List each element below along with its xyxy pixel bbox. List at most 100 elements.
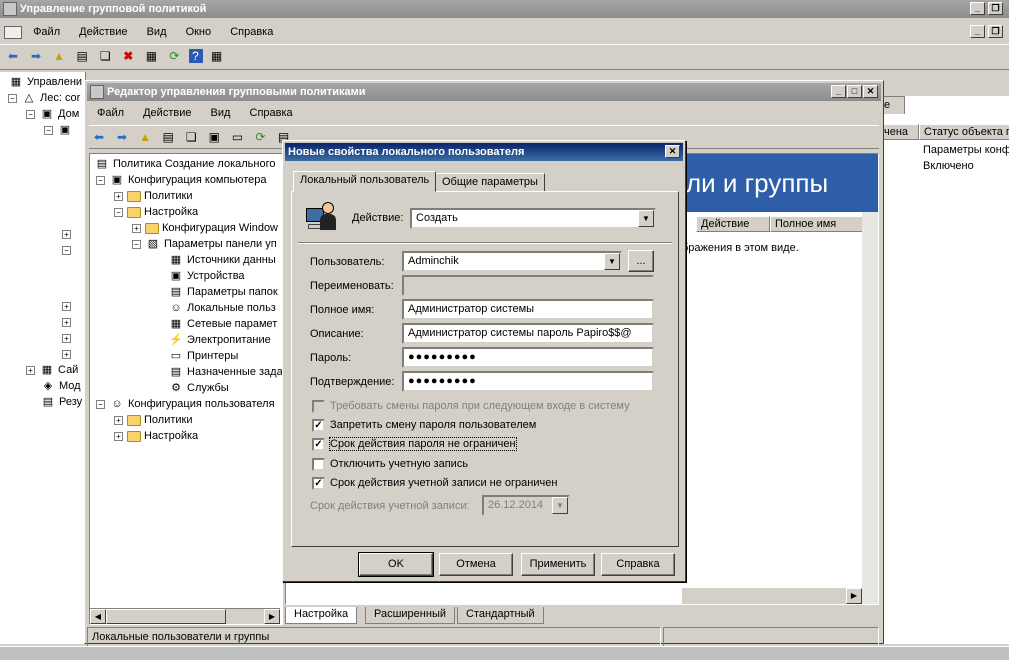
chevron-down-icon[interactable]: ▼ xyxy=(638,210,654,227)
editor-paste-icon[interactable]: ▣ xyxy=(205,128,223,146)
col-fullname[interactable]: Полное имя xyxy=(770,216,876,232)
account-never-expires-checkbox[interactable]: ✓ xyxy=(312,477,325,490)
tree-node-f[interactable]: + xyxy=(62,346,75,362)
editor-forward-icon[interactable]: ➡ xyxy=(113,128,131,146)
expand-icon[interactable]: + xyxy=(132,223,141,233)
collapse-icon[interactable]: − xyxy=(114,207,123,217)
tree-folder-options[interactable]: ▤ Параметры папок xyxy=(168,284,278,300)
tree-settings[interactable]: − Настройка xyxy=(114,204,198,220)
collapse-icon[interactable]: − xyxy=(8,93,17,103)
help-button[interactable]: Справка xyxy=(601,553,675,576)
menu-help[interactable]: Справка xyxy=(222,22,281,42)
tree-data-sources[interactable]: ▦ Источники данны xyxy=(168,252,276,268)
user-combobox[interactable]: Adminchik ▼ xyxy=(402,251,622,272)
disable-account-checkbox[interactable] xyxy=(312,458,325,471)
confirm-field[interactable]: ●●●●●●●●● xyxy=(402,371,654,392)
outer-restore-button[interactable]: ❐ xyxy=(988,2,1003,15)
tree-local-users[interactable]: ☺ Локальные польз xyxy=(168,300,275,316)
child-minimize-button[interactable]: _ xyxy=(970,25,985,38)
show-tree-icon[interactable]: ▤ xyxy=(73,47,91,65)
ok-button[interactable]: OK xyxy=(358,552,434,577)
rename-field[interactable] xyxy=(402,275,654,296)
expand-icon[interactable]: + xyxy=(62,333,71,343)
cancel-button[interactable]: Отмена xyxy=(439,553,513,576)
tab-standard-bottom[interactable]: Стандартный xyxy=(457,607,544,624)
tree-forest[interactable]: − △ Лес: cor xyxy=(8,90,80,106)
expand-icon[interactable]: + xyxy=(62,301,71,311)
tree-policy-root[interactable]: ▤ Политика Создание локального xyxy=(94,156,276,172)
tree-services[interactable]: ⚙ Службы xyxy=(168,380,229,396)
description-field[interactable]: Администратор системы пароль Papiro$$@ xyxy=(402,323,654,344)
tree-node-c[interactable]: + xyxy=(62,298,75,314)
tree-scheduled[interactable]: ▤ Назначенные зада xyxy=(168,364,283,380)
tree-user-settings[interactable]: + Настройка xyxy=(114,428,198,444)
editor-menu-action[interactable]: Действие xyxy=(135,103,199,123)
tree-results[interactable]: ▤ Резу xyxy=(40,394,82,410)
hscroll-right-icon[interactable]: ▶ xyxy=(846,588,862,604)
col-action[interactable]: Действие xyxy=(696,216,770,232)
menu-action[interactable]: Действие xyxy=(71,22,135,42)
tree-policies[interactable]: + Политики xyxy=(114,188,193,204)
expand-icon[interactable]: + xyxy=(26,365,35,375)
chevron-down-icon[interactable]: ▼ xyxy=(552,497,568,514)
help-icon[interactable]: ? xyxy=(188,49,203,63)
editor-menu-view[interactable]: Вид xyxy=(203,103,239,123)
password-never-expires-checkbox[interactable]: ✓ xyxy=(312,438,325,451)
scroll-right-icon[interactable]: ▶ xyxy=(264,609,280,624)
col-fragment[interactable]: чена xyxy=(879,124,919,140)
tree-node-e[interactable]: + xyxy=(62,330,75,346)
collapse-icon[interactable]: − xyxy=(96,399,105,409)
collapse-icon[interactable]: − xyxy=(132,239,141,249)
menu-window[interactable]: Окно xyxy=(178,22,220,42)
editor-menu-help[interactable]: Справка xyxy=(242,103,301,123)
editor-close-button[interactable]: ✕ xyxy=(863,85,878,98)
editor-copy-icon[interactable]: ❏ xyxy=(182,128,200,146)
menu-view[interactable]: Вид xyxy=(139,22,175,42)
expand-icon[interactable]: + xyxy=(62,229,71,239)
tree-domains[interactable]: − ▣ Дом xyxy=(26,106,79,122)
collapse-icon[interactable]: − xyxy=(44,125,53,135)
forward-icon[interactable]: ➡ xyxy=(27,47,45,65)
tree-gpm[interactable]: ▦ Управлени xyxy=(8,74,82,90)
editor-refresh-icon[interactable]: ⟳ xyxy=(251,128,269,146)
tree-computer-config[interactable]: − ▣ Конфигурация компьютера xyxy=(96,172,266,188)
tree-control-panel[interactable]: − ▧ Параметры панели уп xyxy=(132,236,277,252)
require-change-checkbox[interactable] xyxy=(312,400,325,413)
outer-minimize-button[interactable]: _ xyxy=(970,2,985,15)
expand-icon[interactable]: + xyxy=(62,317,71,327)
deny-change-checkbox[interactable]: ✓ xyxy=(312,419,325,432)
right-hscrollbar[interactable]: ▶ xyxy=(682,588,862,604)
right-vscrollbar[interactable] xyxy=(862,212,878,604)
editor-up-icon[interactable]: ▲ xyxy=(136,128,154,146)
apply-button[interactable]: Применить xyxy=(521,553,595,576)
tab-settings-bottom[interactable]: Настройка xyxy=(285,607,358,624)
expand-icon[interactable]: + xyxy=(114,191,123,201)
properties-icon[interactable]: ▦ xyxy=(142,47,160,65)
scroll-left-icon[interactable]: ◀ xyxy=(90,609,106,624)
editor-print-icon[interactable]: ▭ xyxy=(228,128,246,146)
refresh-icon[interactable]: ⟳ xyxy=(165,47,183,65)
col-status[interactable]: Статус объекта г xyxy=(919,124,1009,140)
scroll-thumb[interactable] xyxy=(106,609,226,624)
tree-hscrollbar[interactable]: ◀ ▶ xyxy=(90,608,280,624)
chevron-down-icon[interactable]: ▼ xyxy=(604,253,620,270)
tree-modeling[interactable]: ◈ Мод xyxy=(40,378,81,394)
tree-devices[interactable]: ▣ Устройства xyxy=(168,268,245,284)
tree-node-a[interactable]: + xyxy=(62,226,75,242)
child-restore-button[interactable]: ❐ xyxy=(988,25,1003,38)
expand-icon[interactable]: + xyxy=(114,431,123,441)
editor-maximize-button[interactable]: □ xyxy=(847,85,862,98)
tree-user-policies[interactable]: + Политики xyxy=(114,412,193,428)
expiry-date-picker[interactable]: 26.12.2014 ▼ xyxy=(482,495,570,516)
copy-icon[interactable]: ❏ xyxy=(96,47,114,65)
editor-menu-file[interactable]: Файл xyxy=(89,103,132,123)
collapse-icon[interactable]: − xyxy=(26,109,35,119)
delete-icon[interactable]: ✖ xyxy=(119,47,137,65)
tree-user-config[interactable]: − ☺ Конфигурация пользователя xyxy=(96,396,275,412)
tree-domain[interactable]: − ▣ xyxy=(44,122,76,138)
collapse-icon[interactable]: − xyxy=(62,245,71,255)
editor-tree-icon[interactable]: ▤ xyxy=(159,128,177,146)
tree-node-d[interactable]: + xyxy=(62,314,75,330)
menu-file[interactable]: Файл xyxy=(25,22,68,42)
tree-network[interactable]: ▦ Сетевые парамет xyxy=(168,316,278,332)
